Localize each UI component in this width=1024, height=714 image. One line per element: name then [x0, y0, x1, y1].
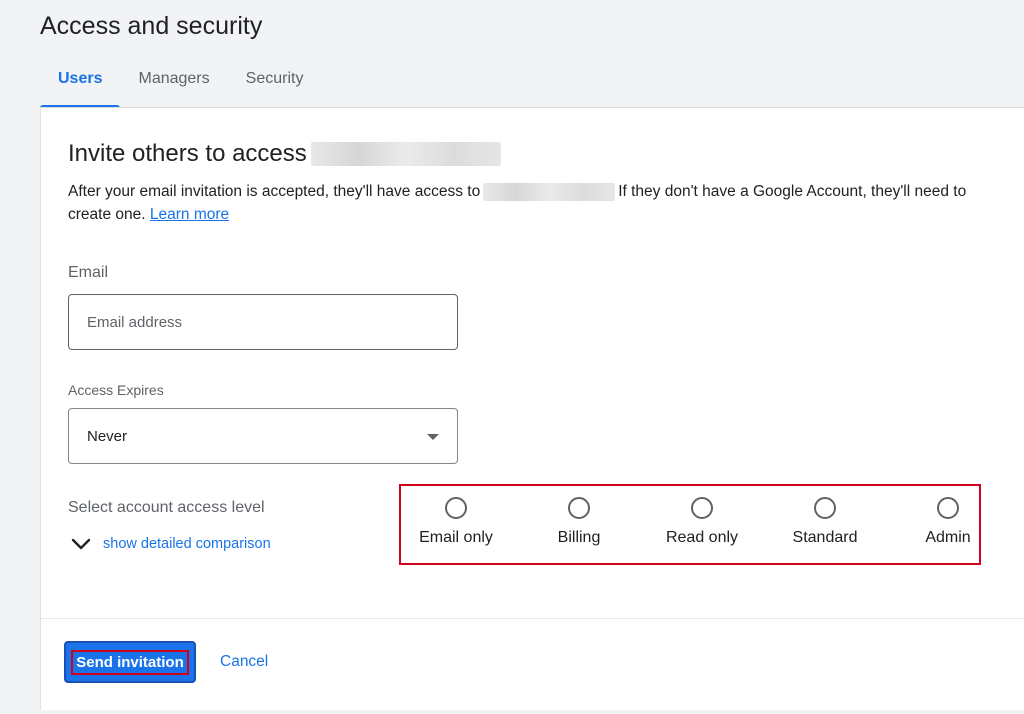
radio-circle-icon — [445, 497, 467, 519]
email-label: Email — [68, 264, 109, 281]
show-comparison-link: show detailed comparison — [103, 536, 271, 552]
radio-email-only[interactable]: Email only — [396, 486, 516, 562]
radio-circle-icon — [568, 497, 590, 519]
radio-label-email-only: Email only — [419, 529, 493, 546]
radio-label-read-only: Read only — [665, 529, 739, 546]
description-text-1: After your email invitation is accepted,… — [68, 183, 481, 200]
radio-label-standard: Standard — [792, 529, 858, 546]
dropdown-arrow-icon — [427, 434, 439, 440]
tab-security[interactable]: Security — [228, 64, 322, 108]
invite-description: After your email invitation is accepted,… — [68, 180, 988, 226]
access-expires-label: Access Expires — [68, 382, 164, 398]
chevron-down-icon — [71, 538, 91, 550]
radio-label-admin: Admin — [925, 529, 971, 546]
radio-read-only[interactable]: Read only — [642, 486, 762, 562]
access-level-label: Select account access level — [68, 499, 265, 516]
learn-more-link[interactable]: Learn more — [150, 206, 229, 223]
footer-divider — [41, 618, 1024, 619]
email-input[interactable] — [68, 294, 458, 350]
redacted-account-name-inline — [483, 182, 616, 201]
send-invitation-button[interactable]: Send invitation — [64, 641, 196, 683]
tab-managers[interactable]: Managers — [120, 64, 227, 108]
access-expires-select[interactable]: Never — [68, 408, 458, 464]
page-title: Access and security — [40, 12, 263, 40]
access-level-radio-group: Email only Billing Read only Standard Ad… — [399, 484, 981, 565]
radio-admin[interactable]: Admin — [888, 486, 1008, 562]
radio-circle-icon — [814, 497, 836, 519]
invite-heading: Invite others to access — [68, 140, 501, 168]
cancel-button[interactable]: Cancel — [220, 653, 268, 671]
radio-label-billing: Billing — [557, 529, 601, 546]
radio-billing[interactable]: Billing — [519, 486, 639, 562]
radio-standard[interactable]: Standard — [765, 486, 885, 562]
show-comparison-toggle[interactable]: show detailed comparison — [71, 536, 271, 552]
invite-card: Invite others to access After your email… — [40, 108, 1024, 710]
tab-bar: Users Managers Security — [40, 64, 321, 108]
tab-users[interactable]: Users — [40, 64, 121, 108]
radio-circle-icon — [691, 497, 713, 519]
invite-heading-text: Invite others to access — [68, 140, 307, 167]
access-expires-value: Never — [87, 427, 128, 445]
redacted-account-name — [310, 142, 501, 166]
send-invitation-label: Send invitation — [71, 649, 189, 675]
radio-circle-icon — [937, 497, 959, 519]
